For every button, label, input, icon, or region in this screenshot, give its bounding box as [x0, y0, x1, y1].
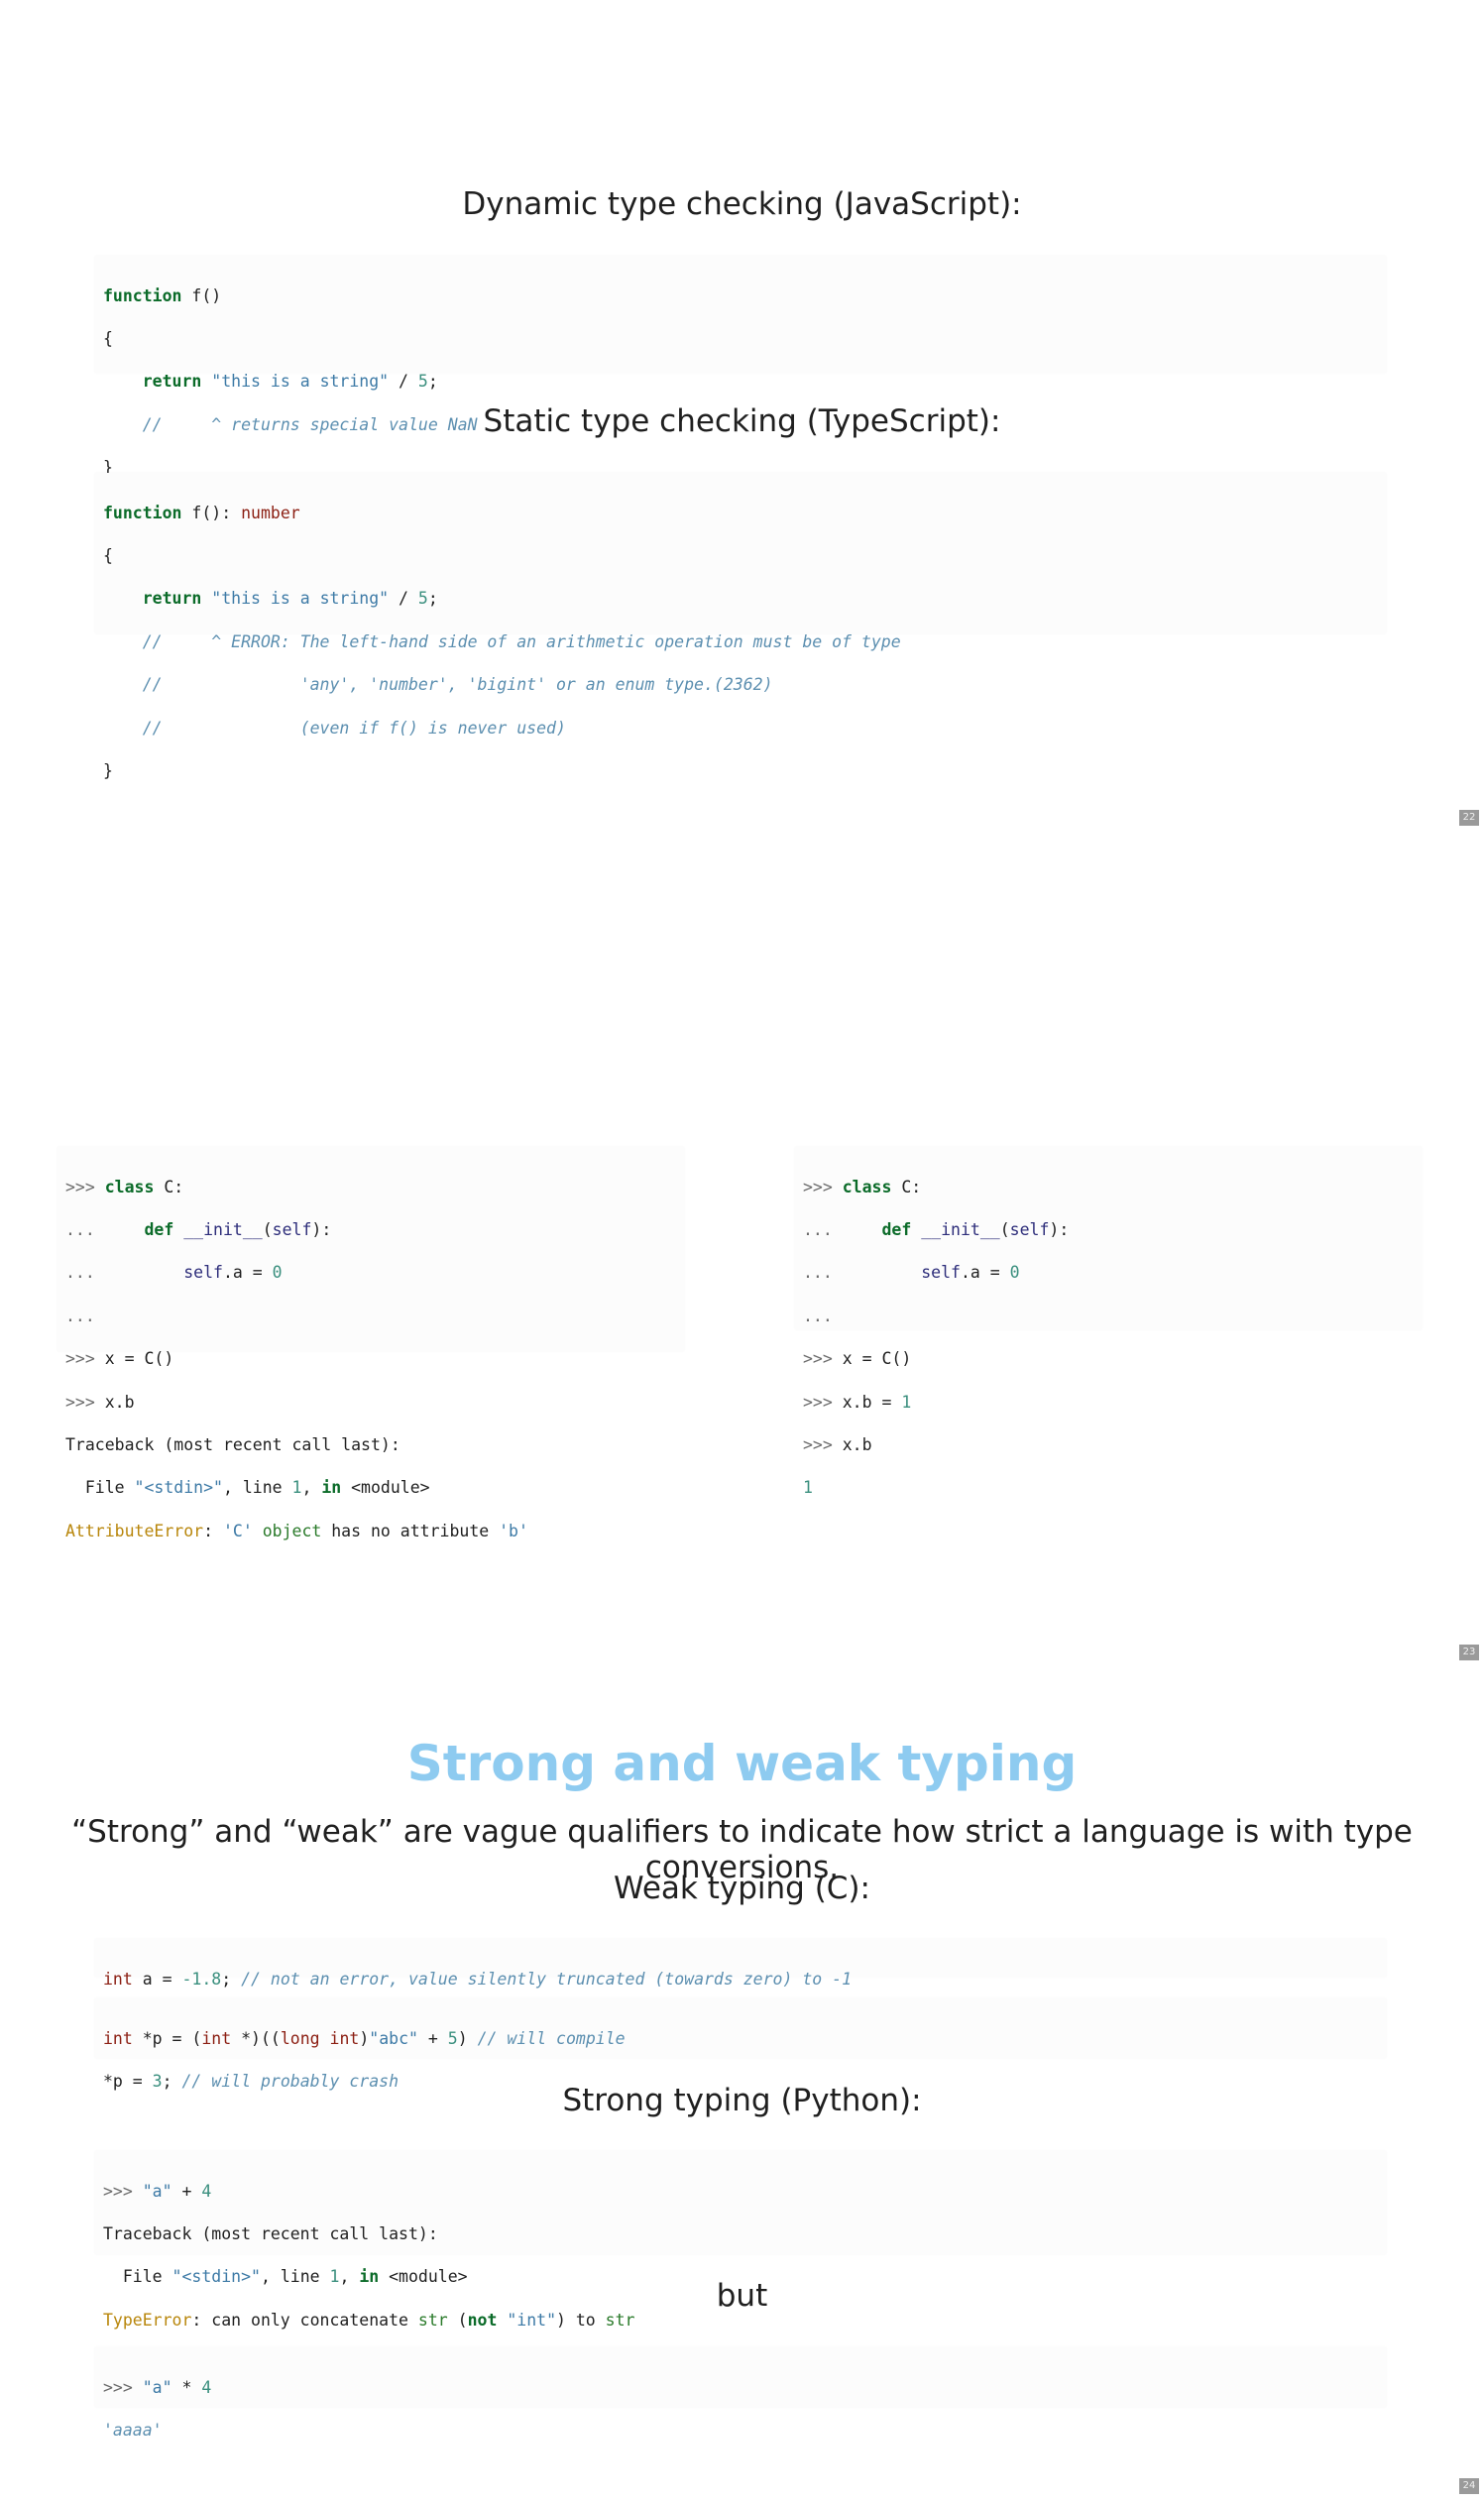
slide-24: Strong and weak typing “Strong” and “wea…: [0, 0, 1484, 2503]
code-line: 'aaaa': [103, 2421, 163, 2441]
code-line: >>> "a" * 4: [103, 2377, 212, 2397]
but-text: but: [716, 2278, 768, 2314]
heading-strong-typing: Strong typing (Python):: [562, 2083, 922, 2118]
page-number: 24: [1459, 2478, 1479, 2494]
slide-title: Strong and weak typing: [406, 1735, 1078, 1792]
code-block-python-typeerror: >>> "a" + 4 Traceback (most recent call …: [95, 2151, 1386, 2330]
code-block-c-truncation: int a = -1.8; // not an error, value sil…: [95, 1939, 1386, 1989]
code-block-python-repeat: >>> "a" * 4 'aaaa': [95, 2347, 1386, 2440]
code-line: int *p = (int *)((long int)"abc" + 5) //…: [103, 2028, 626, 2048]
heading-weak-typing: Weak typing (C):: [614, 1871, 870, 1906]
code-line: >>> "a" + 4: [103, 2181, 212, 2201]
code-line: int a = -1.8; // not an error, value sil…: [103, 1969, 853, 1989]
code-block-c-pointer: int *p = (int *)((long int)"abc" + 5) //…: [95, 1998, 1386, 2091]
code-line: Traceback (most recent call last):: [103, 2224, 438, 2244]
